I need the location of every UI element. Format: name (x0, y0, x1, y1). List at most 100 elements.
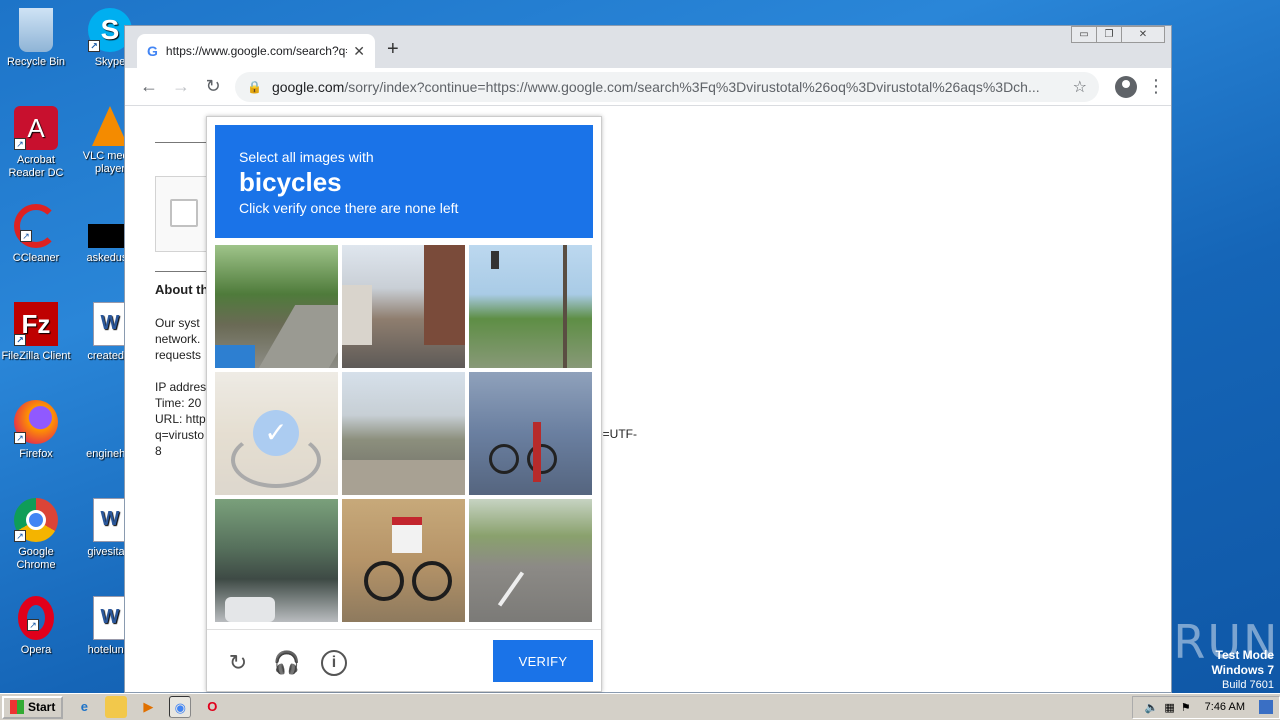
taskbar: Start e ▶ ◉ O 🔈 ▦ ⚑ 7:46 AM (0, 693, 1280, 720)
shortcut-arrow-icon: ↗ (27, 619, 39, 631)
text-line: requests (155, 348, 202, 362)
word-document-icon: W (93, 302, 127, 346)
lock-icon: 🔒 (247, 79, 262, 94)
text-line: 8 (155, 444, 162, 458)
captcha-tile-7[interactable] (215, 499, 338, 622)
captcha-image-grid: ✓ (215, 245, 593, 623)
desktop-icon-opera[interactable]: ↗ Opera (0, 596, 72, 657)
browser-toolbar: ← → ↻ 🔒 google.com/sorry/index?continue=… (125, 68, 1171, 106)
desktop-icon-label: Firefox (19, 448, 53, 460)
forward-arrow-icon[interactable]: → (165, 76, 197, 97)
captcha-target: bicycles (239, 167, 342, 197)
shortcut-arrow-icon: ↗ (14, 334, 26, 346)
shortcut-arrow-icon: ↗ (14, 530, 26, 542)
browser-tab[interactable]: G https://www.google.com/search?q= ✕ (137, 34, 375, 68)
desktop-icon-label: Opera (20, 644, 52, 656)
new-tab-button[interactable]: + (387, 38, 399, 61)
captcha-tile-3[interactable] (469, 245, 592, 368)
url-host: google.com (271, 78, 345, 95)
word-document-icon: W (93, 596, 127, 640)
minimize-button[interactable]: ▭ (1071, 26, 1097, 43)
captcha-tile-1[interactable] (215, 245, 338, 368)
system-tray: 🔈 ▦ ⚑ 7:46 AM (1131, 695, 1280, 719)
captcha-instruction: Select all images with (239, 149, 374, 165)
test-mode-notice: Test Mode Windows 7 Build 7601 (1211, 648, 1274, 693)
word-document-icon: W (93, 498, 127, 542)
filezilla-icon: Fz ↗ (14, 302, 58, 346)
ccleaner-icon: ↗ (14, 204, 58, 248)
opera-taskbar-icon[interactable]: O (201, 696, 223, 718)
url-path: /sorry/index?continue=https://www.google… (344, 78, 1040, 95)
media-player-icon[interactable]: ▶ (137, 696, 159, 718)
info-icon[interactable]: i (321, 650, 347, 676)
captcha-challenge: Select all images with bicycles Click ve… (206, 116, 602, 692)
volume-icon[interactable]: 🔈 (1145, 701, 1159, 714)
shortcut-arrow-icon: ↗ (14, 138, 26, 150)
captcha-header: Select all images with bicycles Click ve… (215, 125, 593, 238)
desktop-icon-chrome[interactable]: ↗ Google Chrome (0, 498, 72, 572)
test-mode-label: Test Mode (1215, 648, 1274, 662)
text-line: IP addres (155, 380, 207, 394)
desktop-icon-label: CCleaner (12, 252, 60, 264)
desktop-icon-label: Google Chrome (16, 546, 56, 571)
desktop-icon-label: Acrobat Reader DC (8, 154, 64, 179)
about-heading: About th (155, 282, 209, 297)
action-center-flag-icon[interactable]: ⚑ (1181, 701, 1191, 714)
url-tail-text: e=UTF- (596, 427, 638, 441)
title-bar: G https://www.google.com/search?q= ✕ + ▭… (125, 26, 1171, 68)
start-button[interactable]: Start (2, 695, 64, 719)
network-icon[interactable]: ▦ (1164, 701, 1174, 714)
captcha-tile-9[interactable] (469, 499, 592, 622)
restore-button[interactable]: ❐ (1096, 26, 1122, 43)
desktop-icon-ccleaner[interactable]: ↗ CCleaner (0, 204, 72, 265)
bookmark-star-icon[interactable]: ☆ (1073, 77, 1087, 97)
build-label: Build 7601 (1222, 679, 1274, 691)
start-label: Start (28, 700, 56, 714)
selected-check-icon: ✓ (253, 410, 299, 456)
shortcut-arrow-icon: ↗ (88, 40, 100, 52)
chrome-taskbar-icon[interactable]: ◉ (169, 696, 192, 718)
clock[interactable]: 7:46 AM (1205, 701, 1245, 713)
captcha-tile-8[interactable] (342, 499, 465, 622)
tab-title: https://www.google.com/search?q= (165, 44, 348, 58)
captcha-tile-2[interactable] (342, 245, 465, 368)
window-controls: ▭ ❐ ✕ (1071, 26, 1165, 43)
reload-challenge-icon[interactable]: ↻ (225, 650, 251, 676)
address-bar[interactable]: 🔒 google.com/sorry/index?continue=https:… (235, 71, 1099, 102)
recaptcha-checkbox[interactable] (170, 199, 198, 227)
file-explorer-folder-icon[interactable] (105, 696, 128, 718)
tab-close-icon[interactable]: ✕ (353, 43, 365, 60)
desktop-icon-filezilla[interactable]: Fz ↗ FileZilla Client (0, 302, 72, 363)
desktop-icon-label: Skype (94, 56, 126, 68)
close-button[interactable]: ✕ (1121, 26, 1165, 43)
google-favicon-icon: G (147, 43, 158, 59)
opera-icon: ↗ (18, 596, 54, 640)
url-text: google.com/sorry/index?continue=https://… (272, 79, 1063, 95)
captcha-tile-6[interactable] (469, 372, 592, 495)
verify-button[interactable]: VERIFY (493, 640, 593, 682)
text-line: Time: 20 (155, 396, 202, 410)
captcha-tile-4[interactable]: ✓ (215, 372, 338, 495)
reload-icon[interactable]: ↻ (197, 76, 229, 97)
text-line: q=virusto (155, 428, 205, 442)
audio-challenge-headphones-icon[interactable]: 🎧 (273, 650, 300, 676)
internet-explorer-icon[interactable]: e (73, 696, 95, 718)
desktop-icon-firefox[interactable]: ↗ Firefox (0, 400, 72, 461)
chrome-icon: ↗ (14, 498, 58, 542)
menu-kebab-icon[interactable]: ⋮ (1147, 76, 1165, 97)
captcha-tile-5[interactable] (342, 372, 465, 495)
captcha-hint: Click verify once there are none left (239, 200, 459, 216)
show-desktop-icon[interactable] (1259, 700, 1273, 714)
desktop-icon-acrobat[interactable]: A ↗ Acrobat Reader DC (0, 106, 72, 180)
text-line: network. (155, 332, 201, 346)
recycle-bin-icon (19, 8, 53, 52)
desktop-icon-label: FileZilla Client (1, 350, 71, 362)
back-arrow-icon[interactable]: ← (133, 76, 165, 97)
desktop-icon-label: Recycle Bin (6, 56, 66, 68)
desktop-icon-recycle-bin[interactable]: Recycle Bin (0, 8, 72, 69)
firefox-icon: ↗ (14, 400, 58, 444)
profile-avatar-icon[interactable] (1115, 75, 1137, 98)
vlc-cone-icon (92, 106, 128, 146)
windows-flag-icon (10, 700, 24, 714)
text-line: Our syst (155, 316, 200, 330)
